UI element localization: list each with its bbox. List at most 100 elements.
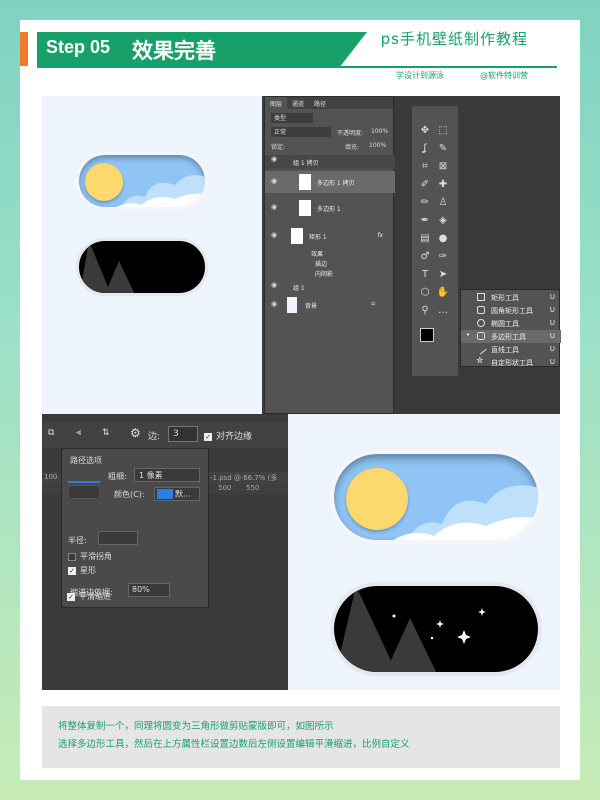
- effect-row: 效果: [265, 249, 395, 259]
- day-toggle: [76, 152, 208, 210]
- blur-tool-icon[interactable]: ●: [434, 230, 452, 248]
- type-tool-icon[interactable]: T: [416, 266, 434, 284]
- eye-icon[interactable]: ◉: [271, 203, 277, 211]
- fx-icon[interactable]: fx: [377, 232, 383, 239]
- blend-mode-select[interactable]: 正常: [271, 127, 331, 137]
- polygon-icon: [477, 332, 485, 340]
- mountain-icon: [335, 586, 486, 672]
- align-icon[interactable]: ⫷: [76, 428, 81, 438]
- more-icon[interactable]: …: [434, 302, 452, 320]
- tab-layers[interactable]: 图层: [265, 97, 288, 109]
- cloud-icon: [393, 485, 538, 540]
- layer-name: 组 1: [293, 285, 305, 292]
- color-select[interactable]: 默...: [154, 487, 200, 501]
- crop-tool-icon[interactable]: ⌗: [416, 158, 434, 176]
- layer-row[interactable]: ◉ 矩形 1 fx: [265, 225, 395, 247]
- menu-item-custom-shape[interactable]: ✮ 自定形状工具 U: [461, 356, 561, 369]
- smooth-corners-checkbox[interactable]: 平滑拐角: [68, 551, 112, 562]
- stamp-tool-icon[interactable]: ♙: [434, 194, 452, 212]
- pen-tool-icon[interactable]: ✑: [434, 248, 452, 266]
- star-icon: [478, 608, 486, 616]
- star-icon: [457, 630, 471, 644]
- foreground-color[interactable]: [420, 328, 434, 342]
- screenshot-bottom: ⧉ ⫷ ⇅ ⚙ 边: 3 ✓ 对齐边缘 100 -1.psd @ 66.7% (多…: [42, 414, 560, 690]
- marquee-tool-icon[interactable]: ⬚: [434, 122, 452, 140]
- layer-row[interactable]: ◉ 组 1 拷贝: [265, 155, 395, 169]
- eye-icon[interactable]: ◉: [271, 281, 277, 289]
- arrange-icon[interactable]: ⇅: [102, 428, 110, 438]
- rectangle-icon: [477, 293, 485, 301]
- step-label: Step 05: [46, 37, 111, 57]
- eraser-tool-icon[interactable]: ◈: [434, 212, 452, 230]
- eye-icon[interactable]: ◉: [271, 177, 277, 185]
- layer-name: 矩形 1: [309, 234, 327, 241]
- layer-thumbnail: [291, 228, 303, 244]
- shape-tools-menu: 矩形工具 U 圆角矩形工具 U 椭圆工具 U • 多边形工具 U 直线工具 U ✮ 自定形状工…: [460, 289, 561, 369]
- zoom-tool-icon[interactable]: ⚲: [416, 302, 434, 320]
- fill-value[interactable]: 100%: [369, 142, 386, 149]
- night-toggle: [76, 238, 208, 296]
- align-edges-checkbox[interactable]: ✓ 对齐边缘: [204, 429, 252, 442]
- effect-row: 内阴影: [265, 269, 395, 279]
- brand-title: ps手机壁纸制作教程: [380, 30, 528, 48]
- day-toggle-large: [330, 450, 542, 544]
- dodge-tool-icon[interactable]: ♂: [416, 248, 434, 266]
- kind-filter[interactable]: 类型: [271, 113, 313, 123]
- tab-paths[interactable]: 路径: [309, 97, 331, 109]
- eye-icon[interactable]: ◉: [271, 300, 277, 308]
- eyedropper-icon[interactable]: ✐: [416, 176, 434, 194]
- layer-row[interactable]: ◉ 组 1: [265, 281, 395, 293]
- cloud-icon: [116, 175, 205, 207]
- opacity-value[interactable]: 100%: [371, 128, 388, 135]
- indent-input[interactable]: 80%: [128, 583, 170, 597]
- history-brush-icon[interactable]: ✒: [416, 212, 434, 230]
- smooth-indents-checkbox[interactable]: ✓ 平滑缩进: [67, 591, 111, 602]
- ruler-start: 100: [44, 473, 58, 481]
- document-tab[interactable]: -1.psd @ 66.7% (多: [210, 473, 277, 483]
- layer-row[interactable]: ◉ 多边形 1: [265, 197, 395, 219]
- gear-icon[interactable]: ⚙: [130, 426, 141, 440]
- line-icon: [475, 343, 487, 355]
- preview-area: [42, 96, 262, 414]
- path-options-title: 路径选项: [70, 456, 102, 465]
- layer-row[interactable]: ◉ 多边形 1 拷贝: [265, 171, 395, 193]
- page-title: 效果完善: [132, 39, 216, 63]
- weight-select[interactable]: 1 像素: [134, 468, 200, 482]
- gradient-tool-icon[interactable]: ▤: [416, 230, 434, 248]
- tab-channels[interactable]: 通道: [287, 97, 309, 109]
- effect-inner-shadow: 内阴影: [315, 271, 334, 278]
- brush-tool-icon[interactable]: ✏: [416, 194, 434, 212]
- menu-item-polygon[interactable]: • 多边形工具 U: [461, 330, 561, 343]
- path-options-dropdown: 路径选项 粗细: 1 像素 颜色(C): 默... 半径: 平滑拐角 ✓ 星形 缩…: [61, 448, 209, 608]
- header-underline: [37, 66, 557, 68]
- eye-icon[interactable]: ◉: [271, 155, 277, 163]
- layer-name: 背景: [305, 303, 318, 310]
- hand-tool-icon[interactable]: ✋: [434, 284, 452, 302]
- menu-item-rounded-rectangle[interactable]: 圆角矩形工具 U: [461, 304, 561, 317]
- sides-input[interactable]: 3: [168, 426, 198, 442]
- lock-label: 锁定:: [271, 144, 286, 151]
- radius-input[interactable]: [98, 531, 138, 545]
- effect-stroke: 描边: [315, 261, 328, 268]
- star-checkbox[interactable]: ✓ 星形: [68, 565, 96, 576]
- lasso-tool-icon[interactable]: ʆ: [416, 140, 434, 158]
- layer-row[interactable]: ◉ 背景 ⌂: [265, 295, 395, 315]
- frame-tool-icon[interactable]: ⊠: [434, 158, 452, 176]
- header: Step 05 效果完善 ps手机壁纸制作教程 学设计到源泳 @软件特训营: [20, 30, 557, 80]
- color-swatch: [157, 489, 173, 499]
- menu-item-rectangle[interactable]: 矩形工具 U: [461, 291, 561, 304]
- rounded-rectangle-icon: [477, 306, 485, 314]
- eye-icon[interactable]: ◉: [271, 231, 277, 239]
- polygon-tool-icon[interactable]: ⬡: [416, 284, 434, 302]
- menu-item-line[interactable]: 直线工具 U: [461, 343, 561, 356]
- quick-select-icon[interactable]: ✎: [434, 140, 452, 158]
- tool-grid: ✥ ⬚ ʆ ✎ ⌗ ⊠ ✐ ✚ ✏ ♙ ✒ ◈ ▤ ● ♂ ✑ T ➤ ⬡ ✋ …: [416, 122, 452, 320]
- healing-icon[interactable]: ✚: [434, 176, 452, 194]
- screenshot-top: 图层 通道 路径 类型 正常 不透明度: 100% 锁定: 填充: 100% ◉…: [42, 96, 561, 414]
- path-select-icon[interactable]: ➤: [434, 266, 452, 284]
- menu-item-ellipse[interactable]: 椭圆工具 U: [461, 317, 561, 330]
- result-preview: [288, 414, 560, 690]
- author: @软件特训营: [480, 71, 528, 80]
- move-tool-icon[interactable]: ✥: [416, 122, 434, 140]
- path-ops-icon[interactable]: ⧉: [48, 428, 54, 438]
